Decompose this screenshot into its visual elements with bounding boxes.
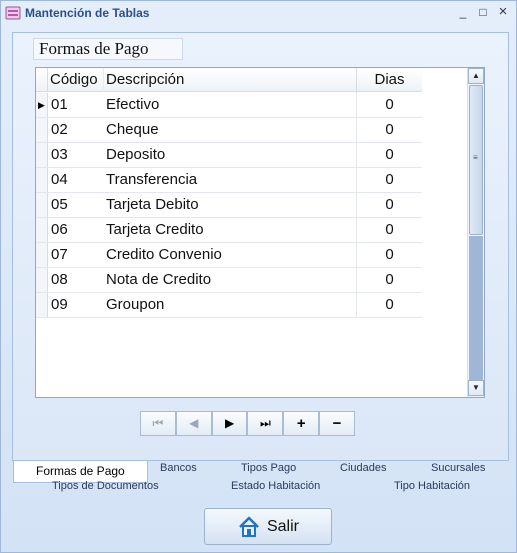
cell-dias[interactable]: 0 bbox=[356, 268, 422, 293]
table-row[interactable]: 06 Tarjeta Credito 0 bbox=[36, 218, 422, 243]
cell-descripcion[interactable]: Tarjeta Debito bbox=[106, 193, 199, 218]
cell-dias[interactable]: 0 bbox=[356, 293, 422, 318]
tab-ciudades[interactable]: Ciudades bbox=[340, 462, 386, 474]
row-selector[interactable] bbox=[36, 118, 48, 142]
exit-button-label: Salir bbox=[266, 517, 299, 535]
cell-codigo[interactable]: 05 bbox=[51, 193, 68, 218]
title-bar: Mantención de Tablas _ □ × bbox=[1, 1, 516, 25]
main-window: Mantención de Tablas _ □ × Formas de Pag… bbox=[0, 0, 517, 553]
group-title: Formas de Pago bbox=[33, 38, 183, 60]
cell-dias[interactable]: 0 bbox=[356, 143, 422, 168]
current-row-indicator: ▶ bbox=[36, 93, 48, 117]
row-selector[interactable] bbox=[36, 143, 48, 167]
app-icon bbox=[5, 6, 21, 20]
tab-sucursales[interactable]: Sucursales bbox=[431, 462, 485, 474]
cell-descripcion[interactable]: Efectivo bbox=[106, 93, 159, 118]
header-selector-cell bbox=[36, 68, 48, 92]
vertical-scrollbar[interactable]: ▲ ≡ ▼ bbox=[467, 68, 484, 397]
exit-button[interactable]: Salir bbox=[204, 508, 332, 545]
row-selector[interactable] bbox=[36, 193, 48, 217]
column-header-codigo[interactable]: Código bbox=[50, 68, 98, 93]
cell-codigo[interactable]: 02 bbox=[51, 118, 68, 143]
row-selector[interactable] bbox=[36, 243, 48, 267]
add-record-button[interactable]: + bbox=[283, 411, 320, 436]
cell-codigo[interactable]: 09 bbox=[51, 293, 68, 318]
table-row[interactable]: 02 Cheque 0 bbox=[36, 118, 422, 143]
cell-dias[interactable]: 0 bbox=[356, 93, 422, 118]
table-row[interactable]: 03 Deposito 0 bbox=[36, 143, 422, 168]
tab-tipo-habitacion[interactable]: Tipo Habitación bbox=[394, 480, 470, 492]
cell-dias[interactable]: 0 bbox=[356, 218, 422, 243]
close-button[interactable]: × bbox=[495, 4, 511, 20]
column-header-descripcion[interactable]: Descripción bbox=[106, 68, 184, 93]
cell-codigo[interactable]: 01 bbox=[51, 93, 68, 118]
cell-descripcion[interactable]: Credito Convenio bbox=[106, 243, 222, 268]
table-row[interactable]: 09 Groupon 0 bbox=[36, 293, 422, 318]
tab-estado-habitacion[interactable]: Estado Habitación bbox=[231, 480, 320, 492]
data-grid[interactable]: Código Descripción Dias ▶ 01 Efectivo 0 … bbox=[35, 67, 485, 398]
row-selector[interactable] bbox=[36, 268, 48, 292]
home-icon bbox=[239, 516, 259, 537]
minimize-button[interactable]: _ bbox=[455, 4, 471, 20]
cell-dias[interactable]: 0 bbox=[356, 243, 422, 268]
tab-bancos[interactable]: Bancos bbox=[160, 462, 197, 474]
cell-codigo[interactable]: 03 bbox=[51, 143, 68, 168]
record-navigator: ⏮ ◀ ▶ ⏭ + − bbox=[140, 411, 355, 436]
delete-record-button[interactable]: − bbox=[319, 411, 355, 436]
cell-dias[interactable]: 0 bbox=[356, 193, 422, 218]
cell-codigo[interactable]: 06 bbox=[51, 218, 68, 243]
cell-descripcion[interactable]: Nota de Credito bbox=[106, 268, 211, 293]
table-row[interactable]: 08 Nota de Credito 0 bbox=[36, 268, 422, 293]
scroll-track[interactable] bbox=[469, 236, 483, 380]
maximize-button[interactable]: □ bbox=[475, 4, 491, 20]
tab-tipos-de-documentos[interactable]: Tipos de Documentos bbox=[52, 480, 159, 492]
cell-codigo[interactable]: 04 bbox=[51, 168, 68, 193]
row-selector[interactable] bbox=[36, 168, 48, 192]
tab-tipos-pago[interactable]: Tipos Pago bbox=[241, 462, 296, 474]
cell-codigo[interactable]: 08 bbox=[51, 268, 68, 293]
cell-descripcion[interactable]: Deposito bbox=[106, 143, 165, 168]
grid-header: Código Descripción Dias bbox=[36, 68, 422, 93]
table-row[interactable]: 05 Tarjeta Debito 0 bbox=[36, 193, 422, 218]
previous-record-button[interactable]: ◀ bbox=[175, 411, 212, 436]
next-record-button[interactable]: ▶ bbox=[211, 411, 248, 436]
cell-descripcion[interactable]: Transferencia bbox=[106, 168, 197, 193]
scroll-thumb[interactable]: ≡ bbox=[469, 85, 483, 235]
scroll-down-button[interactable]: ▼ bbox=[468, 380, 484, 396]
cell-dias[interactable]: 0 bbox=[356, 168, 422, 193]
cell-descripcion[interactable]: Groupon bbox=[106, 293, 164, 318]
cell-descripcion[interactable]: Cheque bbox=[106, 118, 159, 143]
window-title: Mantención de Tablas bbox=[25, 6, 150, 20]
scroll-up-button[interactable]: ▲ bbox=[468, 68, 484, 84]
last-record-button[interactable]: ⏭ bbox=[247, 411, 284, 436]
cell-descripcion[interactable]: Tarjeta Credito bbox=[106, 218, 204, 243]
cell-dias[interactable]: 0 bbox=[356, 118, 422, 143]
table-row[interactable]: 04 Transferencia 0 bbox=[36, 168, 422, 193]
column-header-dias[interactable]: Dias bbox=[356, 68, 422, 93]
first-record-button[interactable]: ⏮ bbox=[140, 411, 176, 436]
grip-icon: ≡ bbox=[473, 153, 478, 162]
row-selector[interactable] bbox=[36, 218, 48, 242]
table-row[interactable]: 07 Credito Convenio 0 bbox=[36, 243, 422, 268]
cell-codigo[interactable]: 07 bbox=[51, 243, 68, 268]
table-row[interactable]: ▶ 01 Efectivo 0 bbox=[36, 93, 422, 118]
row-selector[interactable] bbox=[36, 293, 48, 317]
